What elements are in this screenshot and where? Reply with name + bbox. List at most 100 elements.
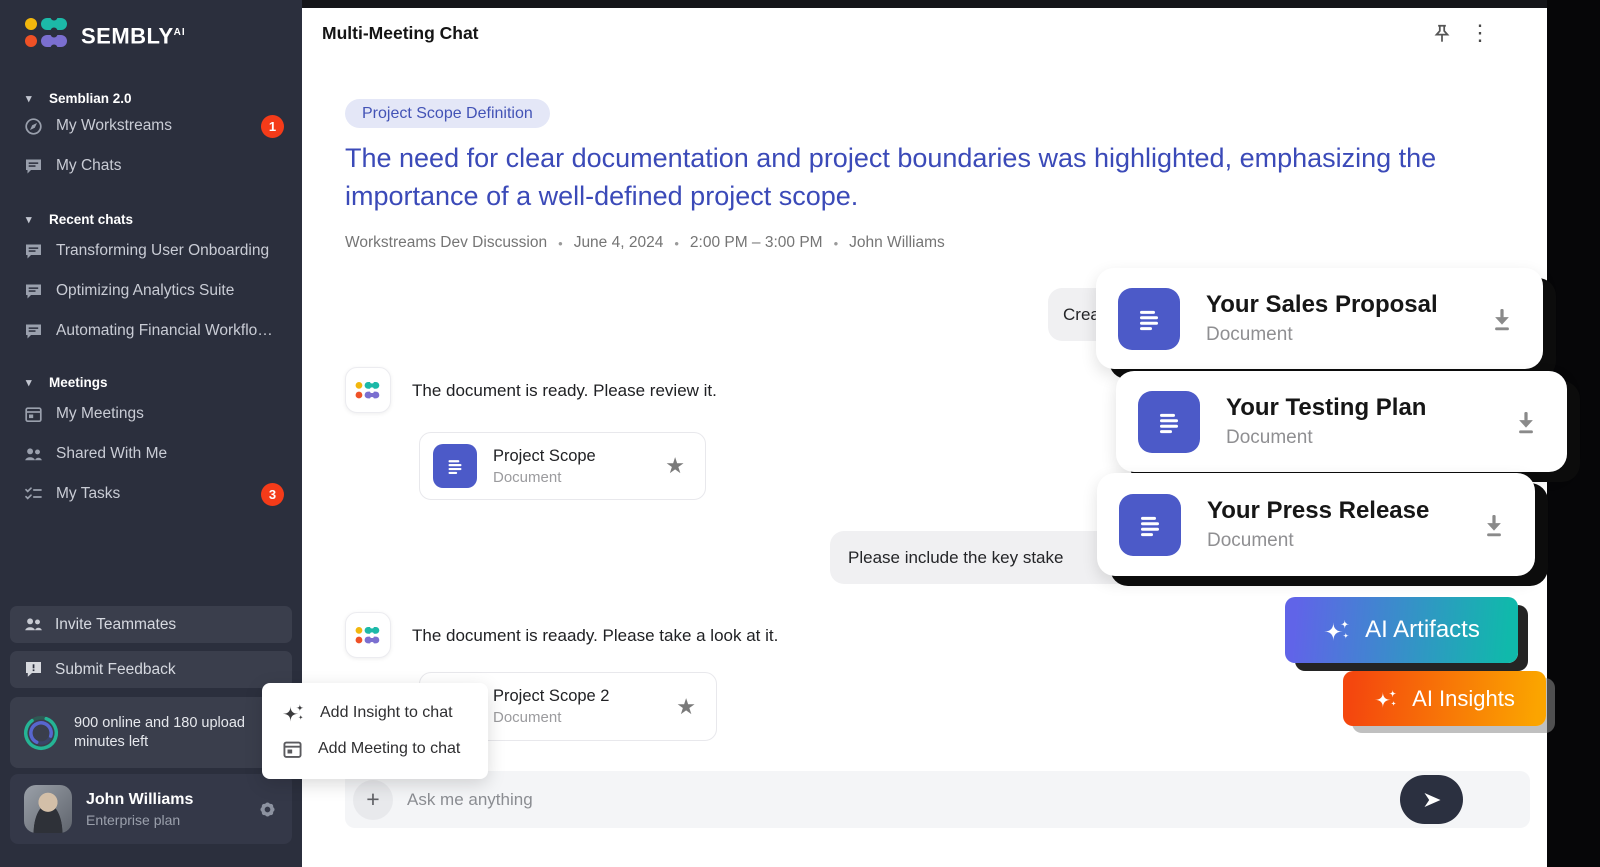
feedback-icon [24, 660, 43, 679]
sidebar-item-recent-chat[interactable]: Transforming User Onboarding [0, 231, 302, 271]
section-semblian[interactable]: ▾ Semblian 2.0 [0, 91, 302, 106]
artifact-type: Document [1226, 427, 1426, 449]
attach-button[interactable]: + [353, 780, 393, 820]
sidebar-item-label: Shared With Me [56, 445, 167, 463]
submit-feedback-button[interactable]: Submit Feedback [10, 651, 292, 688]
meta-meeting-name: Workstreams Dev Discussion [345, 234, 547, 252]
menu-item-add-insight[interactable]: Add Insight to chat [262, 695, 488, 731]
sparkle-icon [1374, 689, 1398, 709]
user-avatar [24, 785, 72, 833]
user-profile[interactable]: John Williams Enterprise plan [10, 774, 292, 844]
sidebar-item-label: My Workstreams [56, 117, 172, 135]
download-icon[interactable] [1487, 304, 1517, 334]
document-title: Project Scope [493, 447, 596, 466]
user-name: John Williams [86, 791, 193, 809]
compass-icon [24, 117, 43, 136]
sidebar-item-label: Automating Financial Workflo… [56, 322, 273, 340]
assistant-message: The document is ready. Please review it. [412, 381, 717, 401]
chat-headline: The need for clear documentation and pro… [345, 139, 1470, 215]
assistant-avatar [345, 612, 391, 658]
chevron-down-icon: ▾ [26, 92, 38, 105]
pin-button[interactable] [1429, 22, 1455, 48]
download-icon[interactable] [1479, 510, 1509, 540]
sembly-app: SEMBLYAI ▾ Semblian 2.0 My Workstreams 1… [0, 0, 1600, 867]
chat-input[interactable] [393, 790, 1530, 810]
feedback-label: Submit Feedback [55, 661, 176, 679]
ai-artifacts-label: AI Artifacts [1365, 616, 1480, 644]
sidebar-item-label: My Chats [56, 157, 121, 175]
topic-chip[interactable]: Project Scope Definition [345, 99, 550, 128]
assistant-avatar [345, 367, 391, 413]
sidebar-item-my-chats[interactable]: My Chats [0, 146, 302, 186]
sidebar-item-shared-with-me[interactable]: Shared With Me [0, 434, 302, 474]
artifact-type: Document [1206, 324, 1438, 346]
star-icon[interactable]: ★ [665, 453, 685, 479]
sidebar-item-label: Optimizing Analytics Suite [56, 282, 234, 300]
invite-label: Invite Teammates [55, 616, 176, 634]
chat-icon [24, 282, 43, 301]
menu-item-add-meeting[interactable]: Add Meeting to chat [262, 731, 488, 767]
document-title: Project Scope 2 [493, 687, 609, 706]
sparkle-icon [1323, 619, 1351, 642]
menu-item-label: Add Meeting to chat [318, 740, 460, 758]
meta-time: 2:00 PM – 3:00 PM [690, 234, 823, 252]
calendar-icon [24, 405, 43, 424]
document-type: Document [493, 469, 596, 486]
chevron-down-icon: ▾ [26, 213, 38, 226]
invite-teammates-button[interactable]: Invite Teammates [10, 606, 292, 643]
gear-icon[interactable] [257, 799, 278, 820]
section-label: Recent chats [49, 212, 133, 227]
sidebar-item-recent-chat[interactable]: Optimizing Analytics Suite [0, 271, 302, 311]
download-icon[interactable] [1511, 407, 1541, 437]
sembly-logo-icon [355, 382, 381, 399]
section-meetings[interactable]: ▾ Meetings [0, 375, 302, 390]
artifact-info: Your Testing Plan Document [1226, 394, 1426, 449]
sidebar-item-my-workstreams[interactable]: My Workstreams 1 [0, 106, 302, 146]
send-button[interactable] [1400, 775, 1463, 824]
document-type: Document [493, 709, 609, 726]
artifact-type: Document [1207, 530, 1429, 552]
add-to-chat-menu: Add Insight to chat Add Meeting to chat [262, 683, 488, 779]
pin-icon [1431, 23, 1453, 45]
sidebar-item-label: Transforming User Onboarding [56, 242, 269, 260]
kebab-icon: ⋮ [1469, 20, 1491, 45]
plus-icon: + [366, 786, 379, 812]
document-icon [1119, 494, 1181, 556]
sidebar-item-my-tasks[interactable]: My Tasks 3 [0, 474, 302, 514]
artifact-info: Your Press Release Document [1207, 497, 1429, 552]
artifact-card-sales-proposal[interactable]: Your Sales Proposal Document [1096, 268, 1543, 369]
section-label: Semblian 2.0 [49, 91, 132, 106]
send-icon [1420, 788, 1444, 812]
artifact-card-testing-plan[interactable]: Your Testing Plan Document [1116, 371, 1567, 472]
usage-progress-ring [22, 710, 60, 756]
artifact-title: Your Testing Plan [1226, 394, 1426, 422]
more-options-button[interactable]: ⋮ [1467, 18, 1493, 48]
sidebar-item-label: My Meetings [56, 405, 144, 423]
sidebar-item-label: My Tasks [56, 485, 120, 503]
section-label: Meetings [49, 375, 108, 390]
document-icon [433, 444, 477, 488]
document-attachment-card[interactable]: Project Scope Document ★ [419, 432, 706, 500]
people-icon [24, 445, 43, 464]
sidebar-item-my-meetings[interactable]: My Meetings [0, 394, 302, 434]
sparkle-icon [282, 703, 305, 723]
ai-insights-label: AI Insights [1412, 686, 1515, 712]
star-icon[interactable]: ★ [676, 694, 696, 720]
chat-icon [24, 322, 43, 341]
artifact-card-press-release[interactable]: Your Press Release Document [1097, 473, 1535, 576]
usage-text: 900 online and 180 upload minutes left [74, 714, 280, 752]
meeting-meta: Workstreams Dev Discussion • June 4, 202… [345, 234, 945, 252]
section-recent-chats[interactable]: ▾ Recent chats [0, 212, 302, 227]
sidebar-item-recent-chat[interactable]: Automating Financial Workflo… [0, 311, 302, 351]
chat-icon [24, 157, 43, 176]
user-info: John Williams Enterprise plan [86, 791, 193, 828]
document-info: Project Scope Document [493, 447, 596, 486]
meta-date: June 4, 2024 [574, 234, 664, 252]
tasks-badge: 3 [261, 483, 284, 506]
ai-artifacts-button[interactable]: AI Artifacts [1285, 597, 1518, 663]
ai-insights-button[interactable]: AI Insights [1343, 671, 1546, 726]
user-plan: Enterprise plan [86, 812, 193, 828]
artifact-title: Your Press Release [1207, 497, 1429, 525]
artifact-info: Your Sales Proposal Document [1206, 291, 1438, 346]
chat-icon [24, 242, 43, 261]
